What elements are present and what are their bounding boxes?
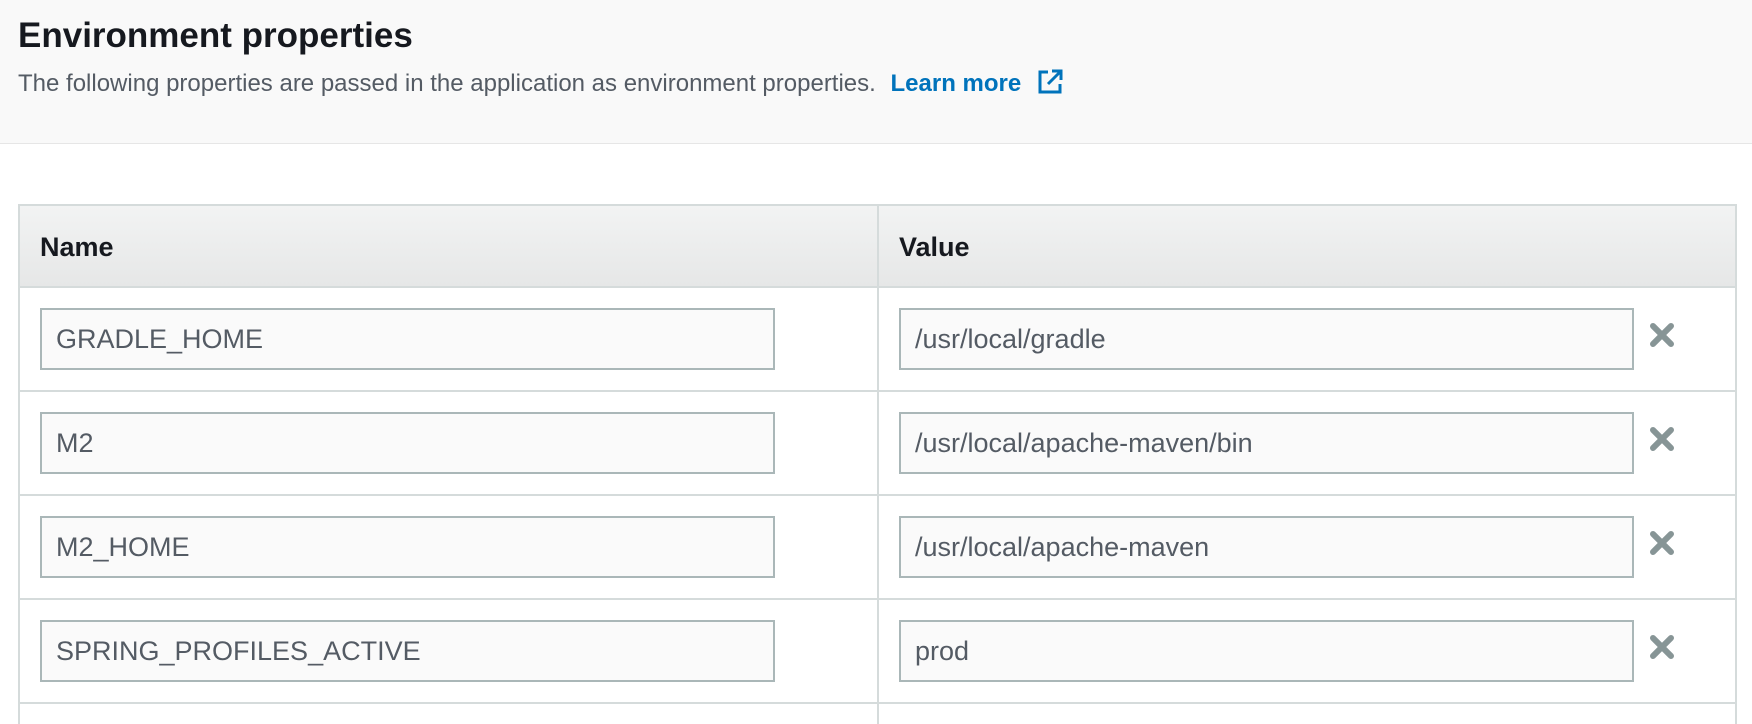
property-name-input[interactable] bbox=[40, 412, 775, 474]
table-row bbox=[20, 392, 1735, 496]
property-value-input[interactable] bbox=[899, 308, 1634, 370]
close-icon bbox=[1650, 635, 1674, 659]
close-icon bbox=[1650, 531, 1674, 555]
learn-more-label: Learn more bbox=[890, 70, 1022, 97]
remove-row-button[interactable] bbox=[1647, 528, 1677, 558]
table-row bbox=[20, 288, 1735, 392]
property-name-input[interactable] bbox=[40, 516, 775, 578]
external-link-icon bbox=[1036, 68, 1064, 105]
table-row bbox=[20, 496, 1735, 600]
section-header: Environment properties The following pro… bbox=[0, 0, 1752, 144]
remove-row-button[interactable] bbox=[1647, 632, 1677, 662]
name-cell bbox=[20, 496, 879, 598]
property-value-input[interactable] bbox=[899, 516, 1634, 578]
value-cell bbox=[879, 392, 1735, 494]
value-cell bbox=[879, 288, 1735, 390]
close-icon bbox=[1650, 427, 1674, 451]
description-text: The following properties are passed in t… bbox=[18, 70, 876, 97]
name-cell bbox=[20, 288, 879, 390]
close-icon bbox=[1650, 323, 1674, 347]
column-header-name: Name bbox=[20, 206, 879, 286]
table-row bbox=[20, 600, 1735, 704]
column-header-value: Value bbox=[899, 232, 970, 262]
value-cell bbox=[879, 600, 1735, 702]
property-value-input[interactable] bbox=[899, 620, 1634, 682]
section-title: Environment properties bbox=[18, 16, 413, 55]
table-header: Name Value bbox=[20, 206, 1735, 288]
property-name-input[interactable] bbox=[40, 308, 775, 370]
property-name-input[interactable] bbox=[40, 620, 775, 682]
value-cell bbox=[879, 496, 1735, 598]
name-cell bbox=[20, 600, 879, 702]
table-row bbox=[20, 704, 1735, 724]
property-value-input[interactable] bbox=[899, 412, 1634, 474]
name-cell bbox=[20, 704, 879, 724]
remove-row-button[interactable] bbox=[1647, 320, 1677, 350]
section-description: The following properties are passed in t… bbox=[18, 68, 1064, 105]
remove-row-button[interactable] bbox=[1647, 424, 1677, 454]
name-cell bbox=[20, 392, 879, 494]
learn-more-link[interactable]: Learn more bbox=[890, 69, 1064, 97]
value-cell bbox=[879, 704, 1735, 724]
environment-properties-table: Name Value bbox=[18, 204, 1737, 724]
